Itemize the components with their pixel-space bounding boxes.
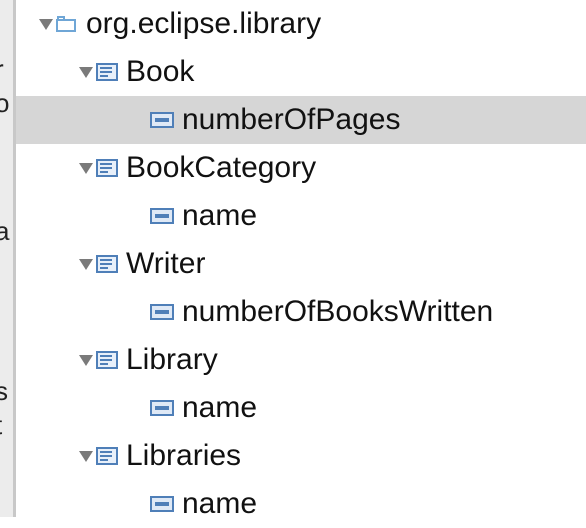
package-label: org.eclipse.library	[86, 7, 322, 40]
package-icon	[56, 16, 78, 32]
eattribute-icon	[150, 496, 174, 512]
eattribute-icon	[150, 112, 174, 128]
tree-row-attribute-numberofpages[interactable]: numberOfPages	[16, 96, 586, 144]
class-label: Book	[126, 55, 195, 88]
attribute-label: name	[182, 487, 258, 520]
left-panel-text-fragment: :	[0, 250, 2, 281]
class-label: Library	[126, 343, 218, 376]
left-panel-text-fragment: a	[0, 216, 10, 246]
left-panel-text-fragment: r	[0, 54, 4, 85]
expand-triangle-icon[interactable]	[78, 353, 93, 367]
tree-row-package[interactable]: org.eclipse.library	[16, 0, 586, 48]
attribute-label: name	[182, 199, 258, 232]
class-label: BookCategory	[126, 151, 317, 184]
tree-row-class-book[interactable]: Book	[16, 48, 586, 96]
eattribute-icon	[150, 208, 174, 224]
tree-row-attribute-name[interactable]: name	[16, 480, 586, 528]
tree-row-class-libraries[interactable]: Libraries	[16, 432, 586, 480]
left-panel-text-fragment: t	[0, 410, 2, 441]
attribute-label: numberOfPages	[182, 103, 401, 136]
expand-triangle-icon[interactable]	[78, 65, 93, 79]
tree-row-class-writer[interactable]: Writer	[16, 240, 586, 288]
tree-row-class-library[interactable]: Library	[16, 336, 586, 384]
ecore-tree: org.eclipse.library Book numberOfPages B…	[16, 0, 586, 520]
left-panel-text-fragment: s	[0, 376, 8, 406]
class-label: Writer	[126, 247, 206, 280]
expand-triangle-icon[interactable]	[78, 257, 93, 271]
left-panel-clipped: r o a : s t	[0, 0, 13, 517]
eclass-icon	[96, 159, 118, 177]
eattribute-icon	[150, 304, 174, 320]
eclass-icon	[96, 447, 118, 465]
eclass-icon	[96, 351, 118, 369]
left-panel-text-fragment: o	[0, 88, 10, 118]
tree-row-attribute-numberofbookswritten[interactable]: numberOfBooksWritten	[16, 288, 586, 336]
attribute-label: name	[182, 391, 258, 424]
expand-triangle-icon[interactable]	[78, 449, 93, 463]
class-label: Libraries	[126, 439, 242, 472]
expand-triangle-icon[interactable]	[78, 161, 93, 175]
eclass-icon	[96, 255, 118, 273]
expand-triangle-icon[interactable]	[38, 17, 53, 31]
tree-row-attribute-name[interactable]: name	[16, 384, 586, 432]
eclass-icon	[96, 63, 118, 81]
tree-row-class-bookcategory[interactable]: BookCategory	[16, 144, 586, 192]
tree-row-attribute-name[interactable]: name	[16, 192, 586, 240]
attribute-label: numberOfBooksWritten	[182, 295, 494, 328]
eattribute-icon	[150, 400, 174, 416]
